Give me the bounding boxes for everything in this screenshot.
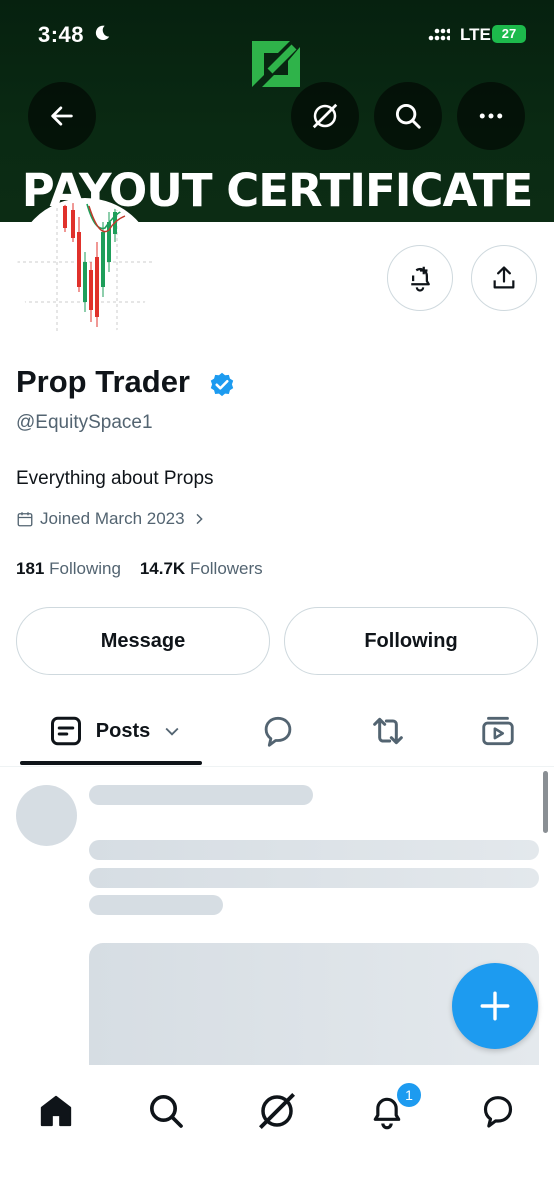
profile-tabs: Posts bbox=[0, 700, 554, 767]
skeleton-line bbox=[89, 895, 223, 915]
search-icon bbox=[395, 103, 421, 129]
tab-media[interactable] bbox=[474, 700, 522, 762]
tab-replies[interactable] bbox=[254, 700, 302, 762]
battery-indicator: 27 bbox=[492, 25, 526, 43]
more-button[interactable] bbox=[457, 82, 525, 150]
search-icon bbox=[150, 1095, 183, 1128]
nav-grok[interactable] bbox=[253, 1087, 301, 1135]
search-button[interactable] bbox=[374, 82, 442, 150]
following-button-label: Following bbox=[364, 629, 458, 652]
message-label: Message bbox=[100, 629, 186, 652]
message-button[interactable]: Message bbox=[16, 607, 270, 675]
moon-icon bbox=[95, 25, 110, 41]
followers-stat[interactable]: 14.7K Followers bbox=[140, 559, 263, 578]
chevron-right-icon bbox=[196, 513, 203, 525]
scrollbar[interactable] bbox=[543, 771, 548, 833]
plus-icon bbox=[480, 991, 510, 1021]
share-icon bbox=[493, 266, 515, 289]
notifications-button[interactable] bbox=[387, 245, 453, 311]
compose-button[interactable] bbox=[452, 963, 538, 1049]
follow-stats: 181 Following 14.7K Followers bbox=[16, 559, 263, 579]
repost-icon bbox=[373, 717, 403, 745]
posts-icon bbox=[50, 716, 81, 746]
calendar-icon bbox=[17, 512, 33, 527]
profile-name: Prop Trader bbox=[16, 364, 190, 399]
following-count: 181 bbox=[16, 559, 45, 578]
nav-messages[interactable] bbox=[474, 1087, 522, 1135]
status-bar: 3:48 LTE 27 bbox=[0, 0, 554, 70]
bottom-navigation bbox=[0, 1065, 554, 1199]
notification-badge: 1 bbox=[395, 1081, 423, 1109]
tab-reposts[interactable] bbox=[364, 700, 412, 762]
reply-icon bbox=[264, 716, 292, 747]
chevron-down-icon bbox=[165, 727, 179, 736]
nav-home[interactable] bbox=[32, 1087, 80, 1135]
nav-search[interactable] bbox=[142, 1087, 190, 1135]
add-notification-icon bbox=[411, 266, 430, 292]
skeleton-line bbox=[89, 868, 539, 888]
grok-icon bbox=[312, 103, 338, 129]
network-type: LTE bbox=[460, 25, 491, 44]
share-button[interactable] bbox=[471, 245, 537, 311]
back-arrow-icon bbox=[51, 106, 73, 126]
back-button[interactable] bbox=[28, 82, 96, 150]
followers-label: Followers bbox=[189, 559, 263, 578]
grok-button[interactable] bbox=[291, 82, 359, 150]
tab-posts-label: Posts bbox=[95, 719, 151, 742]
signal-icon bbox=[428, 28, 450, 41]
following-button[interactable]: Following bbox=[284, 607, 538, 675]
more-icon bbox=[479, 113, 503, 119]
skeleton-line bbox=[89, 840, 539, 860]
grok-icon bbox=[259, 1093, 295, 1129]
media-icon bbox=[482, 716, 514, 746]
status-time: 3:48 bbox=[38, 22, 85, 47]
active-tab-indicator bbox=[20, 761, 202, 765]
skeleton-line bbox=[89, 785, 313, 805]
following-label: Following bbox=[49, 559, 121, 578]
profile-avatar[interactable] bbox=[13, 198, 157, 342]
verified-icon bbox=[210, 372, 234, 397]
joined-label: Joined March 2023 bbox=[40, 509, 185, 528]
home-icon bbox=[40, 1095, 72, 1127]
chat-icon bbox=[483, 1096, 513, 1128]
candlestick-chart-icon bbox=[17, 202, 153, 338]
joined-date[interactable]: Joined March 2023 bbox=[16, 509, 207, 529]
tab-posts[interactable]: Posts bbox=[40, 700, 190, 762]
profile-bio: Everything about Props bbox=[16, 468, 214, 489]
followers-count: 14.7K bbox=[139, 559, 186, 578]
profile-handle: @EquitySpace1 bbox=[16, 412, 153, 433]
following-stat[interactable]: 181 Following bbox=[16, 559, 121, 578]
skeleton-avatar bbox=[16, 785, 77, 846]
